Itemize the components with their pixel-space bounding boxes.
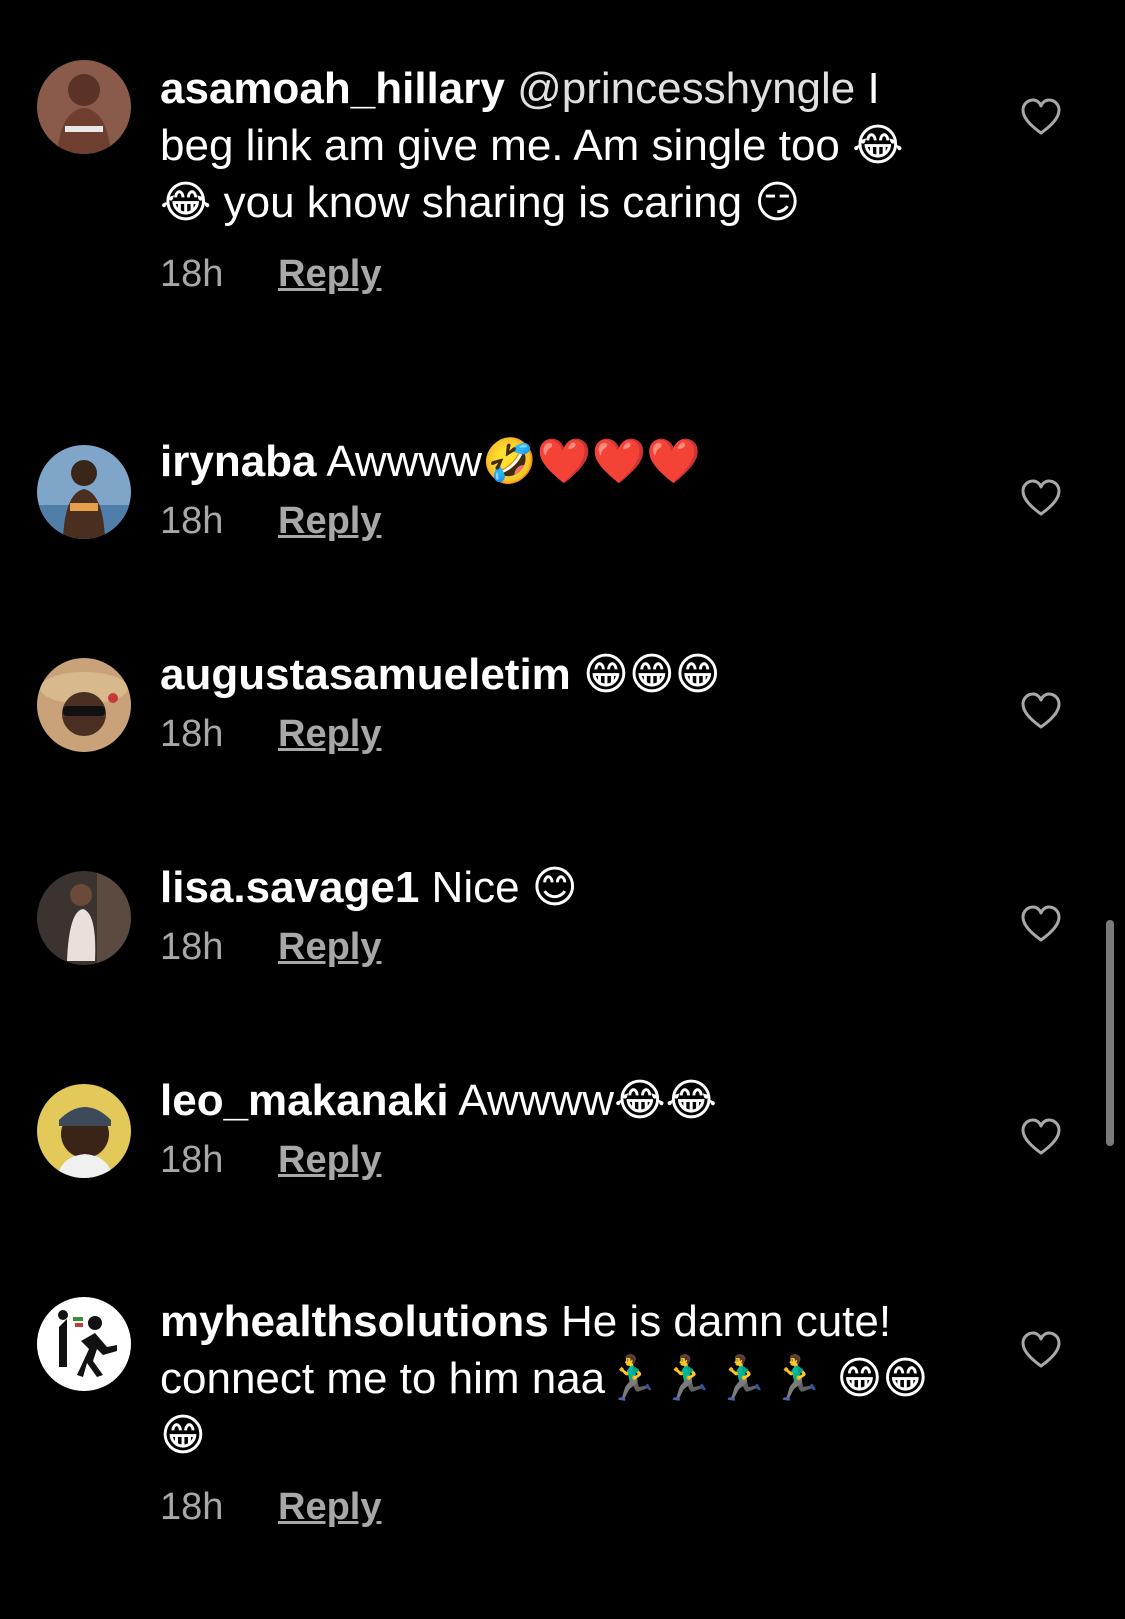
comment-username[interactable]: myhealthsolutions <box>160 1297 549 1346</box>
avatar[interactable] <box>37 871 131 965</box>
like-button[interactable] <box>1021 692 1061 730</box>
comment-message: Nice 😊 <box>419 863 578 912</box>
reply-button[interactable]: Reply <box>278 1484 381 1530</box>
comment-username[interactable]: leo_makanaki <box>160 1076 449 1125</box>
reply-button[interactable]: Reply <box>278 498 381 544</box>
comment-username[interactable]: augustasamueletim <box>160 650 571 699</box>
reply-button[interactable]: Reply <box>278 711 381 757</box>
comment-meta: 18h Reply <box>160 711 960 757</box>
comment-text: lisa.savage1 Nice 😊 <box>160 859 960 916</box>
comment-mention[interactable]: @princesshyngle <box>517 64 855 113</box>
comment-timestamp: 18h <box>160 926 224 968</box>
comment-body: augustasamueletim 😁😁😁 18h Reply <box>160 646 960 757</box>
like-button[interactable] <box>1021 479 1061 517</box>
comment-body: myhealthsolutions He is damn cute! conne… <box>160 1293 960 1530</box>
avatar-photo-icon <box>37 445 131 539</box>
avatar[interactable] <box>37 1297 131 1391</box>
comment-username[interactable]: irynaba <box>160 437 317 486</box>
avatar[interactable] <box>37 658 131 752</box>
avatar-photo-icon <box>37 658 131 752</box>
like-button[interactable] <box>1021 1331 1061 1369</box>
comment-username[interactable]: lisa.savage1 <box>160 863 419 912</box>
comment-meta: 18h Reply <box>160 498 960 544</box>
heart-outline-icon <box>1021 479 1061 516</box>
scrollbar[interactable] <box>1106 920 1114 1146</box>
comment-message: 😁😁😁 <box>570 650 721 699</box>
comment-meta: 18h Reply <box>160 251 960 297</box>
comments-list: asamoah_hillary @princesshyngle I beg li… <box>0 0 1125 1619</box>
heart-outline-icon <box>1021 692 1061 729</box>
heart-outline-icon <box>1021 1118 1061 1155</box>
comment-text: asamoah_hillary @princesshyngle I beg li… <box>160 60 960 231</box>
avatar-photo-icon <box>37 60 131 154</box>
reply-button[interactable]: Reply <box>278 251 381 297</box>
comment-body: leo_makanaki Awwww😂😂 18h Reply <box>160 1072 960 1183</box>
heart-outline-icon <box>1021 905 1061 942</box>
comment-text: irynaba Awwww🤣❤️❤️❤️ <box>160 433 960 490</box>
like-button[interactable] <box>1021 98 1061 136</box>
comment-body: asamoah_hillary @princesshyngle I beg li… <box>160 60 960 297</box>
comment-text: myhealthsolutions He is damn cute! conne… <box>160 1293 960 1464</box>
avatar[interactable] <box>37 60 131 154</box>
like-button[interactable] <box>1021 1118 1061 1156</box>
like-button[interactable] <box>1021 905 1061 943</box>
comment-meta: 18h Reply <box>160 1137 960 1183</box>
heart-outline-icon <box>1021 1331 1061 1368</box>
comment-message: Awwww🤣❤️❤️❤️ <box>316 437 702 486</box>
comment-timestamp: 18h <box>160 253 224 295</box>
comment-body: irynaba Awwww🤣❤️❤️❤️ 18h Reply <box>160 433 960 544</box>
comment-timestamp: 18h <box>160 1486 224 1528</box>
comment-meta: 18h Reply <box>160 924 960 970</box>
reply-button[interactable]: Reply <box>278 924 381 970</box>
heart-outline-icon <box>1021 98 1061 135</box>
comment-timestamp: 18h <box>160 500 224 542</box>
logo-runner-icon <box>37 1297 131 1391</box>
comment-body: lisa.savage1 Nice 😊 18h Reply <box>160 859 960 970</box>
comment-username[interactable]: asamoah_hillary <box>160 64 505 113</box>
avatar-photo-icon <box>37 1084 131 1178</box>
comment-text: augustasamueletim 😁😁😁 <box>160 646 960 703</box>
avatar[interactable] <box>37 445 131 539</box>
comment-timestamp: 18h <box>160 1139 224 1181</box>
comment-timestamp: 18h <box>160 713 224 755</box>
comment-meta: 18h Reply <box>160 1484 960 1530</box>
avatar-photo-icon <box>37 871 131 965</box>
comment-message: Awwww😂😂 <box>448 1076 717 1125</box>
comment-text: leo_makanaki Awwww😂😂 <box>160 1072 960 1129</box>
avatar[interactable] <box>37 1084 131 1178</box>
reply-button[interactable]: Reply <box>278 1137 381 1183</box>
